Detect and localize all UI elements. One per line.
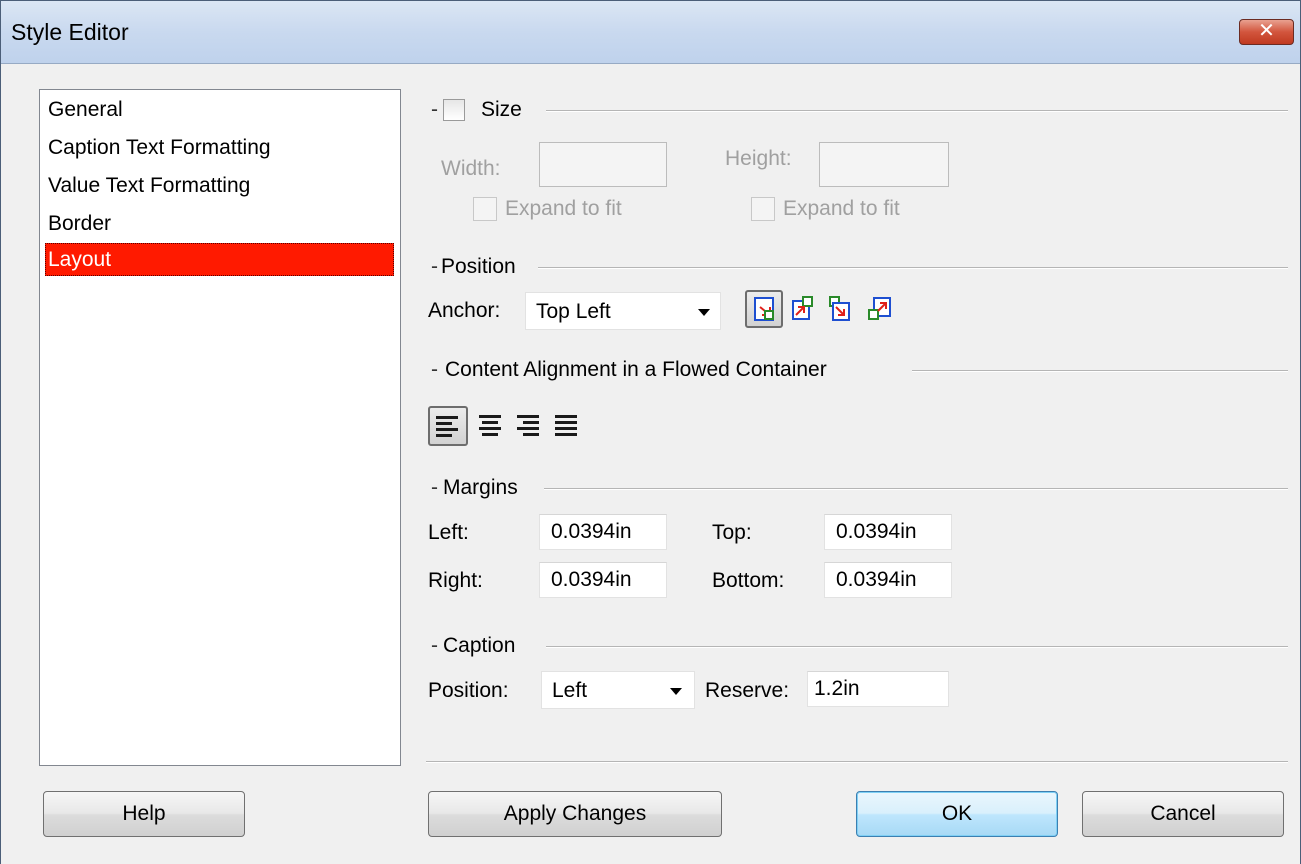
category-item-general[interactable]: General (45, 93, 394, 126)
expand-height-checkbox[interactable] (751, 197, 775, 221)
ok-button[interactable]: OK (856, 791, 1058, 837)
category-item-value-text-formatting[interactable]: Value Text Formatting (45, 169, 394, 202)
help-button[interactable]: Help (43, 791, 245, 837)
align-right-button[interactable] (511, 408, 543, 440)
caption-position-label: Position: (428, 679, 509, 702)
reserve-label: Reserve: (705, 679, 790, 702)
rotate-90-icon (792, 296, 813, 320)
apply-changes-button[interactable]: Apply Changes (428, 791, 722, 837)
width-field[interactable] (539, 142, 667, 187)
rotate-180-icon (829, 296, 850, 321)
position-section-title: Position (441, 255, 516, 278)
margin-top-label: Top: (712, 521, 752, 544)
margin-bottom-field[interactable]: 0.0394in (824, 562, 952, 598)
margins-section-title: Margins (443, 476, 518, 499)
style-editor-dialog: Style Editor ✕ General Caption Text Form… (0, 0, 1301, 864)
position-divider (538, 267, 1288, 269)
margins-section-header: - Margins (426, 476, 1288, 500)
margin-right-label: Right: (428, 569, 483, 592)
size-section-title: Size (481, 98, 522, 121)
cancel-button[interactable]: Cancel (1082, 791, 1284, 837)
expand-height-label: Expand to fit (783, 197, 900, 220)
margin-right-field[interactable]: 0.0394in (539, 562, 667, 598)
height-label: Height: (725, 147, 792, 170)
align-center-icon (479, 415, 501, 436)
justify-icon (555, 415, 577, 436)
close-icon: ✕ (1258, 20, 1275, 42)
category-item-border[interactable]: Border (45, 207, 394, 240)
margin-left-field[interactable]: 0.0394in (539, 514, 667, 550)
margin-bottom-label: Bottom: (712, 569, 785, 592)
expand-width-label: Expand to fit (505, 197, 622, 220)
width-label: Width: (441, 157, 501, 180)
expand-width-checkbox[interactable] (473, 197, 497, 221)
category-item-caption-text-formatting[interactable]: Caption Text Formatting (45, 131, 394, 164)
rotate-270-button[interactable] (863, 292, 895, 324)
chevron-down-icon (698, 309, 710, 316)
caption-position-dropdown[interactable]: Left (541, 671, 695, 709)
justify-button[interactable] (549, 408, 581, 440)
align-right-icon (517, 415, 539, 436)
category-item-layout[interactable]: Layout (45, 243, 394, 276)
category-list[interactable]: General Caption Text Formatting Value Te… (39, 89, 401, 766)
reserve-field[interactable]: 1.2in (807, 671, 949, 707)
title-bar: Style Editor ✕ (1, 1, 1300, 64)
height-field[interactable] (819, 142, 949, 187)
size-section-header: - Size (426, 98, 1288, 122)
size-checkbox[interactable] (443, 99, 465, 121)
alignment-section-title: Content Alignment in a Flowed Container (445, 358, 827, 381)
size-divider (546, 110, 1288, 112)
bottom-divider (426, 761, 1288, 763)
align-left-icon (436, 416, 458, 437)
position-section-header: - Position (426, 255, 1288, 279)
align-center-button[interactable] (473, 408, 505, 440)
anchor-top-left-button[interactable] (745, 290, 783, 328)
margin-left-label: Left: (428, 521, 469, 544)
caption-position-value: Left (552, 679, 588, 702)
dialog-body: General Caption Text Formatting Value Te… (1, 64, 1300, 864)
caption-divider (546, 646, 1288, 648)
anchor-dropdown[interactable]: Top Left (525, 292, 721, 330)
margin-top-field[interactable]: 0.0394in (824, 514, 952, 550)
anchor-dropdown-value: Top Left (536, 300, 611, 323)
chevron-down-icon (670, 688, 682, 695)
alignment-divider (912, 370, 1288, 372)
rotate-180-button[interactable] (823, 292, 855, 324)
alignment-section-header: - Content Alignment in a Flowed Containe… (426, 358, 1288, 382)
anchor-label: Anchor: (428, 299, 501, 322)
rotate-270-icon (868, 297, 891, 320)
align-left-button[interactable] (428, 406, 468, 446)
margins-divider (544, 488, 1288, 490)
rotate-90-button[interactable] (787, 292, 819, 324)
close-button[interactable]: ✕ (1239, 19, 1294, 45)
caption-section-title: Caption (443, 634, 516, 657)
caption-section-header: - Caption (426, 634, 1288, 658)
window-title: Style Editor (11, 19, 129, 45)
anchor-top-left-icon (754, 297, 774, 321)
